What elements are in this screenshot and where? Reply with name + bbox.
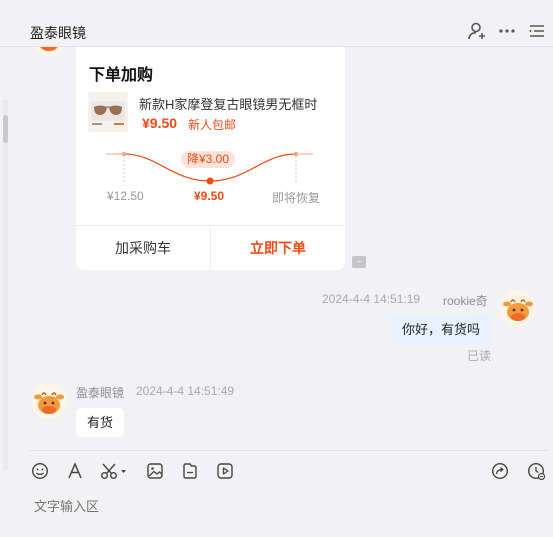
product-price: ¥9.50 bbox=[142, 115, 178, 131]
emoji-icon[interactable] bbox=[30, 461, 50, 481]
scissors-icon[interactable] bbox=[100, 461, 128, 481]
message-bubble-mine[interactable]: 你好，有货吗 bbox=[391, 315, 492, 344]
current-price-label: ¥9.50 bbox=[194, 189, 225, 203]
shop-avatar[interactable] bbox=[31, 383, 67, 419]
share-icon[interactable] bbox=[490, 461, 510, 481]
restore-label: 即将恢复 bbox=[272, 191, 321, 205]
file-icon[interactable] bbox=[180, 461, 200, 481]
image-icon[interactable] bbox=[145, 461, 165, 481]
reply-timestamp: 2024-4-4 14:51:49 bbox=[136, 384, 235, 398]
message-sender: rookie奇 bbox=[443, 294, 488, 308]
read-status: 已读 bbox=[467, 349, 492, 363]
reply-sender: 盈泰眼镜 bbox=[76, 386, 125, 400]
price-drop-badge: 降¥3.00 bbox=[181, 151, 236, 168]
message-scrollbar[interactable] bbox=[3, 100, 8, 470]
order-card-title: 下单加购 bbox=[89, 67, 154, 84]
scrollbar-thumb[interactable] bbox=[3, 115, 8, 143]
order-card: 下单加购 新款H家摩登复古眼镜男无框时 ¥9.50 新人包邮 降¥3.00 ¥1… bbox=[76, 44, 345, 270]
history-icon[interactable] bbox=[526, 461, 546, 481]
font-icon[interactable] bbox=[65, 461, 85, 481]
order-card-actions: 加采购车 立即下单 bbox=[76, 225, 345, 270]
user-avatar[interactable] bbox=[500, 290, 536, 326]
message-timestamp: 2024-4-4 14:51:19 bbox=[322, 292, 421, 306]
chat-title: 盈泰眼镜 bbox=[30, 25, 86, 41]
menu-icon[interactable] bbox=[526, 20, 548, 42]
original-price-label: ¥12.50 bbox=[107, 189, 144, 203]
video-icon[interactable] bbox=[215, 461, 235, 481]
message-bubble-theirs[interactable]: 有货 bbox=[76, 408, 125, 437]
message-input[interactable] bbox=[34, 496, 534, 516]
buy-now-button[interactable]: 立即下单 bbox=[211, 226, 345, 270]
more-icon[interactable] bbox=[496, 20, 518, 42]
shipping-badge: 新人包邮 bbox=[188, 118, 237, 132]
add-to-cart-button[interactable]: 加采购车 bbox=[76, 226, 211, 270]
product-thumbnail[interactable] bbox=[88, 92, 128, 132]
product-name[interactable]: 新款H家摩登复古眼镜男无框时 bbox=[139, 94, 317, 113]
chat-header: 盈泰眼镜 bbox=[0, 0, 553, 47]
add-user-icon[interactable] bbox=[466, 20, 488, 42]
composer-divider bbox=[30, 450, 549, 451]
more-options-icon[interactable]: ... bbox=[352, 255, 366, 268]
